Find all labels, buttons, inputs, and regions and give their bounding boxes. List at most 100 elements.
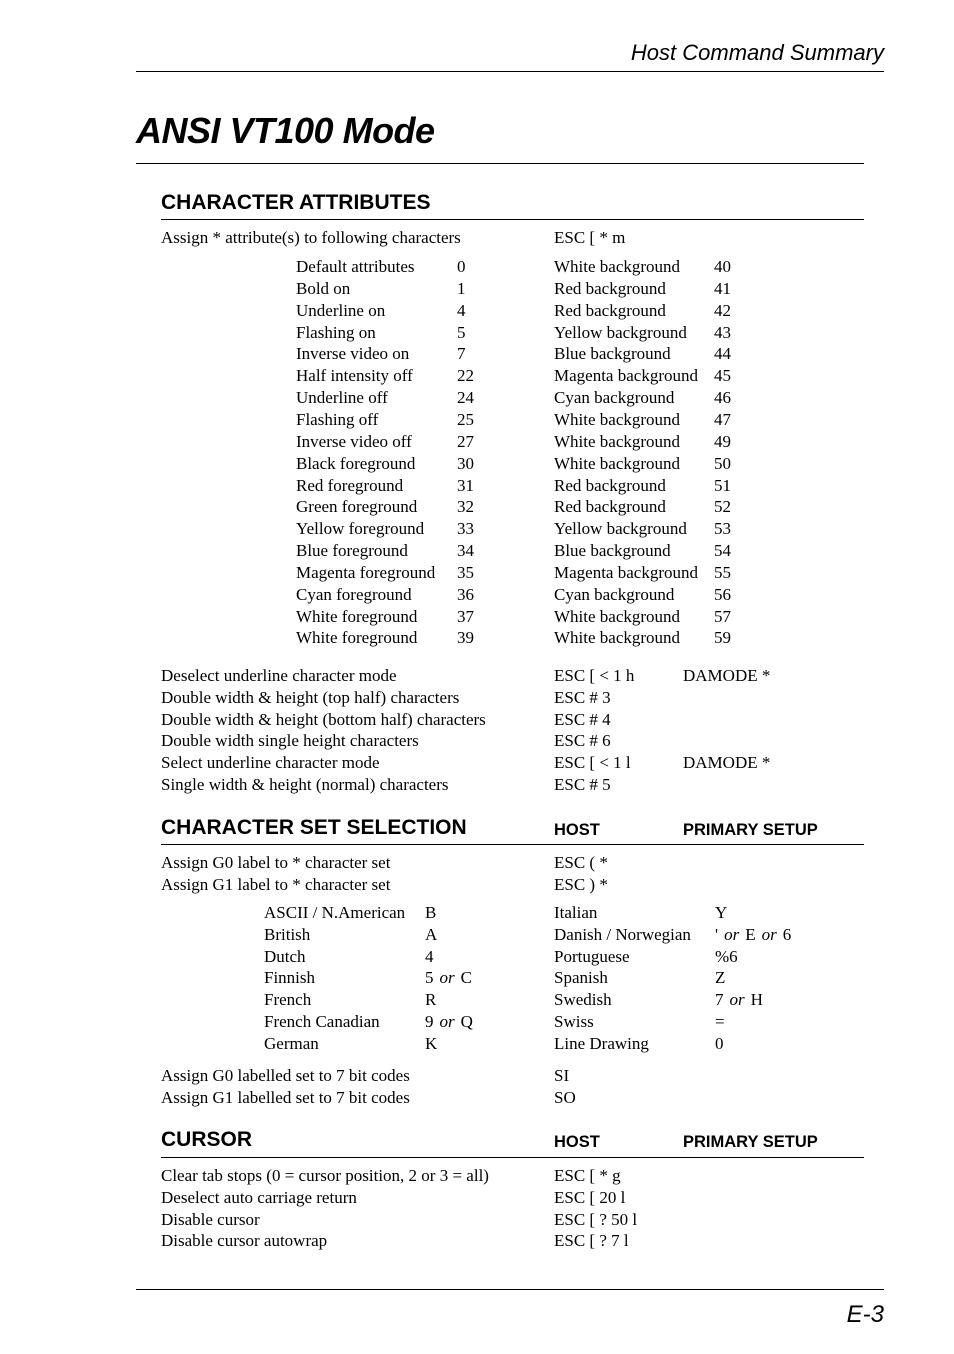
attribute-name: Red background — [554, 497, 666, 517]
attribute-code: 56 — [714, 584, 731, 604]
column-heading-host: HOST — [554, 1133, 600, 1151]
command-description: Single width & height (normal) character… — [161, 775, 449, 794]
attribute-name: Blue background — [554, 344, 671, 364]
attribute-code: 40 — [714, 257, 731, 276]
or-connector: or — [761, 924, 777, 944]
charset-code: 0 — [715, 1033, 724, 1053]
section-rule — [161, 219, 864, 220]
charset-code: R — [425, 990, 437, 1010]
attribute-code: 50 — [714, 453, 731, 473]
charset-name: German — [264, 1033, 319, 1053]
charset-name: Line Drawing — [554, 1033, 649, 1053]
attribute-name: Inverse video on — [296, 344, 410, 364]
attribute-code: 46 — [714, 388, 731, 408]
command-host: ESC # 3 — [554, 687, 611, 707]
section-rule — [161, 844, 864, 845]
attribute-code: 4 — [457, 300, 466, 320]
attribute-name: White foreground — [296, 628, 418, 648]
attribute-name: White background — [554, 628, 681, 648]
command-host: ESC [ < 1 h — [554, 666, 635, 685]
attribute-code: 44 — [714, 344, 731, 364]
command-description: Double width & height (bottom half) char… — [161, 709, 486, 729]
command-description: Assign G1 labelled set to 7 bit codes — [161, 1087, 410, 1107]
code-part: ' — [715, 924, 719, 944]
attribute-name: Flashing on — [296, 322, 376, 342]
charset-code: Z — [715, 968, 726, 988]
command-description: Deselect auto carriage return — [161, 1187, 357, 1207]
attribute-code: 57 — [714, 606, 731, 626]
charset-name: Swiss — [554, 1012, 594, 1031]
attribute-code: 25 — [457, 409, 474, 429]
attribute-name: Magenta background — [554, 366, 698, 386]
attribute-code: 34 — [457, 541, 474, 561]
or-connector: or — [724, 924, 740, 944]
attribute-name: White background — [554, 453, 681, 473]
charset-code: %6 — [715, 946, 738, 966]
charset-name: Dutch — [264, 946, 306, 966]
command-host: ESC # 5 — [554, 775, 611, 794]
attribute-name: Underline on — [296, 300, 386, 320]
attribute-name: Yellow background — [554, 519, 687, 539]
charset-code: B — [425, 903, 437, 922]
attribute-code: 52 — [714, 497, 731, 517]
attribute-name: Red background — [554, 278, 666, 298]
attribute-code: 32 — [457, 497, 474, 517]
charset-name: Italian — [554, 903, 598, 922]
attribute-code: 36 — [457, 584, 474, 604]
title-rule — [136, 163, 864, 164]
attribute-code: 22 — [457, 366, 474, 386]
charset-name: Spanish — [554, 968, 608, 988]
command-setup: DAMODE * — [683, 666, 771, 685]
charset-code: ' or Eor 6 — [715, 924, 797, 946]
command-description: Double width single height characters — [161, 731, 419, 751]
attribute-name: Cyan background — [554, 584, 675, 604]
attribute-code: 7 — [457, 344, 466, 364]
command-host: ESC # 4 — [554, 709, 611, 729]
charset-code: 9 or Q — [425, 1011, 479, 1033]
command-host: ESC [ < 1 l — [554, 753, 631, 773]
column-heading-primary-setup: PRIMARY SETUP — [683, 821, 818, 839]
charset-name: Portuguese — [554, 946, 630, 966]
attribute-name: Underline off — [296, 388, 388, 408]
code-part: E — [745, 924, 756, 944]
or-connector: or — [729, 990, 745, 1010]
code-part: H — [750, 990, 763, 1010]
section-heading-cursor: CURSOR — [161, 1128, 253, 1151]
attribute-code: 27 — [457, 431, 474, 451]
charset-name: Danish / Norwegian — [554, 924, 691, 944]
attribute-name: Red background — [554, 300, 666, 320]
command-host: ESC [ ? 50 l — [554, 1209, 638, 1229]
attribute-name: Green foreground — [296, 497, 418, 517]
command-host: ESC [ 20 l — [554, 1187, 626, 1207]
attribute-name: Flashing off — [296, 409, 379, 429]
code-part: 5 — [425, 968, 434, 988]
code-part: 7 — [715, 990, 724, 1010]
code-part: 6 — [782, 924, 792, 944]
attribute-code: 42 — [714, 300, 731, 320]
or-connector: or — [439, 1012, 455, 1031]
attribute-name: White background — [554, 431, 681, 451]
charset-name: Finnish — [264, 968, 316, 988]
command-description: Assign G0 labelled set to 7 bit codes — [161, 1066, 410, 1085]
command-setup: DAMODE * — [683, 753, 771, 773]
attribute-name: Red background — [554, 475, 666, 495]
command-description: Disable cursor — [161, 1209, 260, 1229]
attribute-name: Magenta foreground — [296, 562, 436, 582]
footer-rule — [136, 1289, 884, 1290]
or-connector: or — [439, 968, 455, 988]
attribute-code: 39 — [457, 628, 474, 648]
attribute-code: 47 — [714, 409, 731, 429]
page-title: ANSI VT100 Mode — [136, 110, 435, 151]
attribute-name: Yellow background — [554, 322, 687, 342]
attribute-name: Blue foreground — [296, 541, 408, 561]
charset-code: Y — [715, 903, 728, 922]
command-description: Double width & height (top half) charact… — [161, 687, 460, 707]
section-heading-character-attributes: CHARACTER ATTRIBUTES — [161, 191, 431, 214]
attribute-name: Bold on — [296, 278, 351, 298]
section-heading-character-set-selection: CHARACTER SET SELECTION — [161, 816, 467, 839]
command-host: SI — [554, 1066, 570, 1085]
attribute-code: 49 — [714, 431, 731, 451]
column-heading-host: HOST — [554, 821, 600, 839]
attribute-code: 41 — [714, 278, 731, 298]
attribute-name: Yellow foreground — [296, 519, 425, 539]
